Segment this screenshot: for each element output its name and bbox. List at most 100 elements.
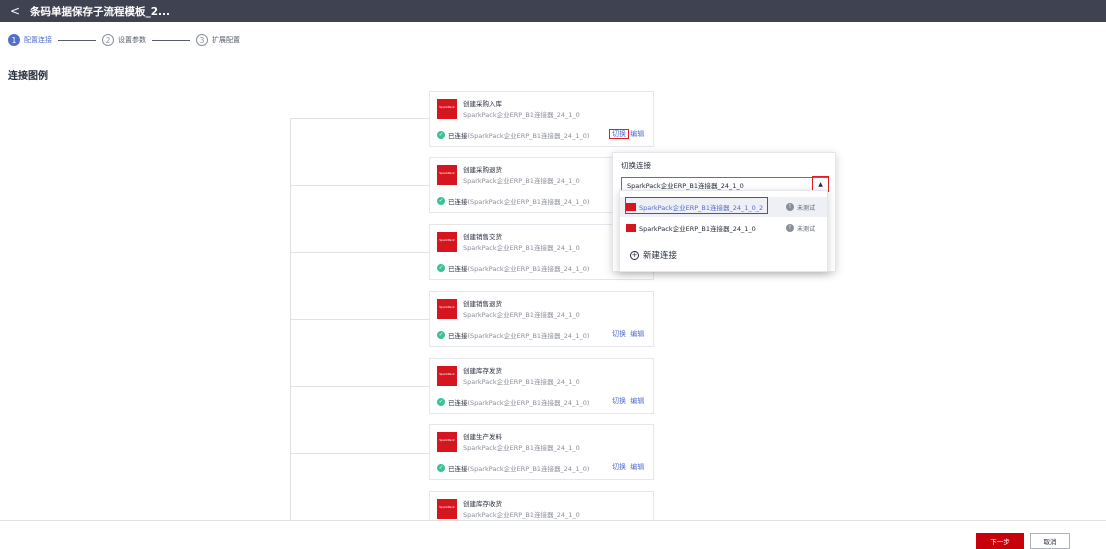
connection-card: SparkPack 创建销售退货 SparkPack企业ERP_B1连接器_24… (429, 291, 654, 347)
tree-branch-line (290, 252, 430, 253)
step-2-number: 2 (102, 34, 114, 46)
new-connection-button[interactable]: + 新建连接 (630, 249, 677, 261)
sparkpack-logo: SparkPack (437, 499, 457, 519)
sparkpack-logo: SparkPack (437, 299, 457, 319)
card-name: 创建采购入库 (463, 100, 502, 108)
status-connection: (SparkPack企业ERP_B1连接器_24_1_0) (467, 198, 590, 206)
status-connection: (SparkPack企业ERP_B1连接器_24_1_0) (467, 265, 590, 273)
info-icon: ! (786, 203, 794, 211)
status-text: 已连接 (448, 465, 468, 473)
status-text: 已连接 (448, 198, 468, 206)
edit-link[interactable]: 编辑 (630, 130, 644, 138)
step-2-label: 设置参数 (118, 36, 146, 44)
status-connection: (SparkPack企业ERP_B1连接器_24_1_0) (467, 332, 590, 340)
connection-status: ✓ 已连接 (SparkPack企业ERP_B1连接器_24_1_0) (437, 263, 589, 273)
card-connector: SparkPack企业ERP_B1连接器_24_1_0 (463, 378, 580, 386)
status-text: 已连接 (448, 332, 468, 340)
connection-select[interactable]: SparkPack企业ERP_B1连接器_24_1_0 (621, 177, 829, 191)
page-title: 条码单据保存子流程模板_2... (30, 5, 171, 18)
step-connector (58, 39, 96, 41)
card-name: 创建采购退货 (463, 166, 502, 174)
connection-status: ✓ 已连接 (SparkPack企业ERP_B1连接器_24_1_0) (437, 130, 589, 140)
tag-text: 未测试 (797, 204, 816, 212)
tree-trunk-line (290, 118, 291, 522)
sparkpack-logo: SparkPack (437, 432, 457, 452)
sparkpack-logo: SparkPack (437, 99, 457, 119)
tree-branch-line (290, 319, 430, 320)
card-connector: SparkPack企业ERP_B1连接器_24_1_0 (463, 111, 580, 119)
next-button[interactable]: 下一步 (976, 533, 1024, 549)
connection-card: SparkPack 创建库存发货 SparkPack企业ERP_B1连接器_24… (429, 358, 654, 414)
switch-link[interactable]: 切换 (610, 397, 628, 405)
card-connector: SparkPack企业ERP_B1连接器_24_1_0 (463, 244, 580, 252)
card-connector: SparkPack企业ERP_B1连接器_24_1_0 (463, 511, 580, 519)
stepper: 1 配置连接 2 设置参数 3 扩展配置 (8, 33, 240, 47)
status-text: 已连接 (448, 399, 468, 407)
tree-branch-line (290, 386, 430, 387)
step-connector (152, 39, 190, 41)
tree-branch-line (290, 185, 430, 186)
tag-text: 未测试 (797, 225, 816, 233)
step-1-label: 配置连接 (24, 36, 52, 44)
highlight-box (625, 197, 768, 214)
cancel-button[interactable]: 取消 (1030, 533, 1070, 549)
sparkpack-logo: SparkPack (437, 232, 457, 252)
status-connection: (SparkPack企业ERP_B1连接器_24_1_0) (467, 132, 590, 140)
step-1-number: 1 (8, 34, 20, 46)
sparkpack-logo (626, 224, 636, 232)
card-name: 创建库存收货 (463, 500, 502, 508)
check-circle-icon: ✓ (437, 131, 445, 139)
connection-dropdown: SparkPack企业ERP_B1连接器_24_1_0_2 ! 未测试 Spar… (619, 190, 828, 272)
top-bar: < 条码单据保存子流程模板_2... (0, 0, 1106, 22)
option-label: SparkPack企业ERP_B1连接器_24_1_0 (639, 225, 756, 233)
card-actions: 切换 编辑 (610, 329, 644, 339)
switch-link[interactable]: 切换 (610, 330, 628, 338)
edit-link[interactable]: 编辑 (630, 397, 644, 405)
status-badge: ! 未测试 (786, 224, 815, 233)
status-text: 已连接 (448, 265, 468, 273)
step-3-label: 扩展配置 (212, 36, 240, 44)
step-3-number: 3 (196, 34, 208, 46)
status-connection: (SparkPack企业ERP_B1连接器_24_1_0) (467, 399, 590, 407)
connection-card: SparkPack 创建采购入库 SparkPack企业ERP_B1连接器_24… (429, 91, 654, 147)
connection-status: ✓ 已连接 (SparkPack企业ERP_B1连接器_24_1_0) (437, 196, 589, 206)
footer-bar: 下一步 取消 (0, 520, 1106, 549)
connection-status: ✓ 已连接 (SparkPack企业ERP_B1连接器_24_1_0) (437, 463, 589, 473)
popover-title: 切换连接 (621, 161, 651, 170)
sparkpack-logo: SparkPack (437, 366, 457, 386)
status-connection: (SparkPack企业ERP_B1连接器_24_1_0) (467, 465, 590, 473)
card-name: 创建销售退货 (463, 300, 502, 308)
card-name: 创建生产发料 (463, 433, 502, 441)
card-name: 创建销售交货 (463, 233, 502, 241)
check-circle-icon: ✓ (437, 398, 445, 406)
edit-link[interactable]: 编辑 (630, 330, 644, 338)
card-connector: SparkPack企业ERP_B1连接器_24_1_0 (463, 311, 580, 319)
connection-status: ✓ 已连接 (SparkPack企业ERP_B1连接器_24_1_0) (437, 330, 589, 340)
card-name: 创建库存发货 (463, 367, 502, 375)
check-circle-icon: ✓ (437, 464, 445, 472)
sparkpack-logo: SparkPack (437, 165, 457, 185)
dropdown-option[interactable]: SparkPack企业ERP_B1连接器_24_1_0 ! 未测试 (620, 218, 827, 238)
card-actions: 切换 编辑 (609, 129, 644, 139)
info-icon: ! (786, 224, 794, 232)
tree-branch-line (290, 118, 430, 119)
check-circle-icon: ✓ (437, 331, 445, 339)
switch-link[interactable]: 切换 (610, 463, 628, 471)
edit-link[interactable]: 编辑 (630, 463, 644, 471)
dropdown-option[interactable]: SparkPack企业ERP_B1连接器_24_1_0_2 ! 未测试 (620, 197, 827, 217)
card-actions: 切换 编辑 (610, 396, 644, 406)
new-connection-label: 新建连接 (643, 251, 678, 261)
card-actions: 切换 编辑 (610, 462, 644, 472)
status-badge: ! 未测试 (786, 203, 815, 212)
card-connector: SparkPack企业ERP_B1连接器_24_1_0 (463, 177, 580, 185)
status-text: 已连接 (448, 132, 468, 140)
switch-link[interactable]: 切换 (609, 129, 629, 139)
connection-card: SparkPack 创建生产发料 SparkPack企业ERP_B1连接器_24… (429, 424, 654, 480)
check-circle-icon: ✓ (437, 264, 445, 272)
card-connector: SparkPack企业ERP_B1连接器_24_1_0 (463, 444, 580, 452)
chevron-left-icon[interactable]: < (10, 4, 22, 18)
plus-circle-icon: + (630, 250, 639, 260)
connection-status: ✓ 已连接 (SparkPack企业ERP_B1连接器_24_1_0) (437, 397, 589, 407)
tree-branch-line (290, 453, 430, 454)
section-title: 连接图例 (8, 71, 48, 82)
